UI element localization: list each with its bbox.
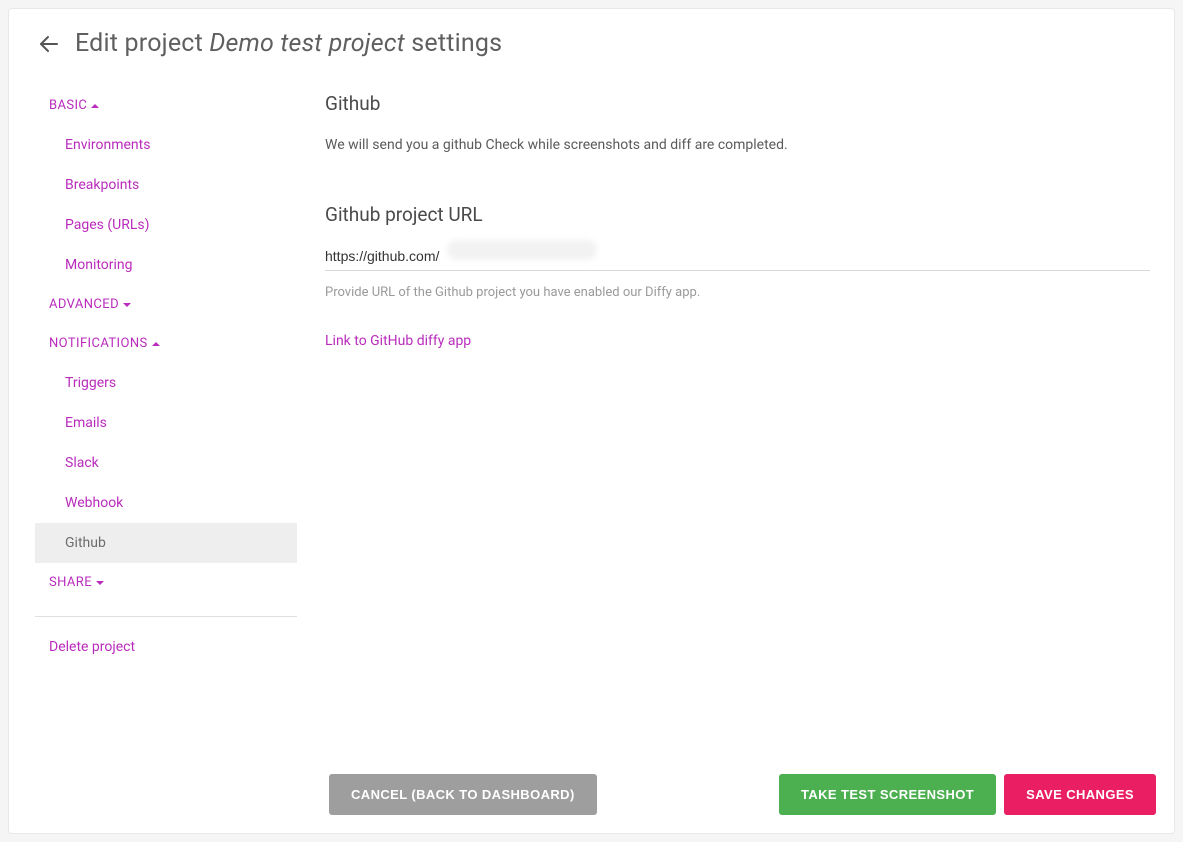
settings-sidebar: BASIC Environments Breakpoints Pages (UR… <box>35 86 297 667</box>
take-test-screenshot-button[interactable]: TAKE TEST SCREENSHOT <box>779 774 996 815</box>
caret-down-icon <box>123 303 131 307</box>
title-prefix: Edit project <box>75 29 209 58</box>
section-description: We will send you a github Check while sc… <box>325 137 1150 153</box>
layout: BASIC Environments Breakpoints Pages (UR… <box>25 86 1158 667</box>
delete-project-link[interactable]: Delete project <box>35 627 297 667</box>
caret-up-icon <box>91 104 99 108</box>
sidebar-section-label: BASIC <box>49 98 87 113</box>
sidebar-section-advanced[interactable]: ADVANCED <box>35 285 297 324</box>
save-changes-button[interactable]: SAVE CHANGES <box>1004 774 1156 815</box>
main-panel: Github We will send you a github Check w… <box>325 86 1158 667</box>
github-diffy-app-link[interactable]: Link to GitHub diffy app <box>325 333 471 349</box>
caret-down-icon <box>96 581 104 585</box>
sidebar-item-triggers[interactable]: Triggers <box>35 363 297 403</box>
page-header: Edit project Demo test project settings <box>25 29 1158 58</box>
sidebar-section-label: NOTIFICATIONS <box>49 336 148 351</box>
back-arrow-icon[interactable] <box>37 32 61 56</box>
sidebar-section-label: SHARE <box>49 575 92 590</box>
title-suffix: settings <box>405 29 502 58</box>
sidebar-divider <box>35 616 297 617</box>
sidebar-section-share[interactable]: SHARE <box>35 563 297 602</box>
sidebar-section-label: ADVANCED <box>49 297 119 312</box>
footer-actions: CANCEL (BACK TO DASHBOARD) TAKE TEST SCR… <box>329 774 1156 815</box>
github-url-label: Github project URL <box>325 203 1150 226</box>
github-url-hint: Provide URL of the Github project you ha… <box>325 285 1150 300</box>
sidebar-item-webhook[interactable]: Webhook <box>35 483 297 523</box>
caret-up-icon <box>152 342 160 346</box>
redacted-overlay <box>447 240 597 260</box>
sidebar-item-environments[interactable]: Environments <box>35 125 297 165</box>
sidebar-section-basic[interactable]: BASIC <box>35 86 297 125</box>
project-name: Demo test project <box>209 29 405 58</box>
cancel-button[interactable]: CANCEL (BACK TO DASHBOARD) <box>329 774 597 815</box>
sidebar-item-breakpoints[interactable]: Breakpoints <box>35 165 297 205</box>
github-url-field-wrap <box>325 242 1150 271</box>
sidebar-item-github[interactable]: Github <box>35 523 297 563</box>
sidebar-item-slack[interactable]: Slack <box>35 443 297 483</box>
page-title: Edit project Demo test project settings <box>75 29 502 58</box>
sidebar-item-pages[interactable]: Pages (URLs) <box>35 205 297 245</box>
sidebar-item-emails[interactable]: Emails <box>35 403 297 443</box>
sidebar-section-notifications[interactable]: NOTIFICATIONS <box>35 324 297 363</box>
sidebar-item-monitoring[interactable]: Monitoring <box>35 245 297 285</box>
settings-card: Edit project Demo test project settings … <box>8 8 1175 834</box>
section-title: Github <box>325 92 1150 115</box>
